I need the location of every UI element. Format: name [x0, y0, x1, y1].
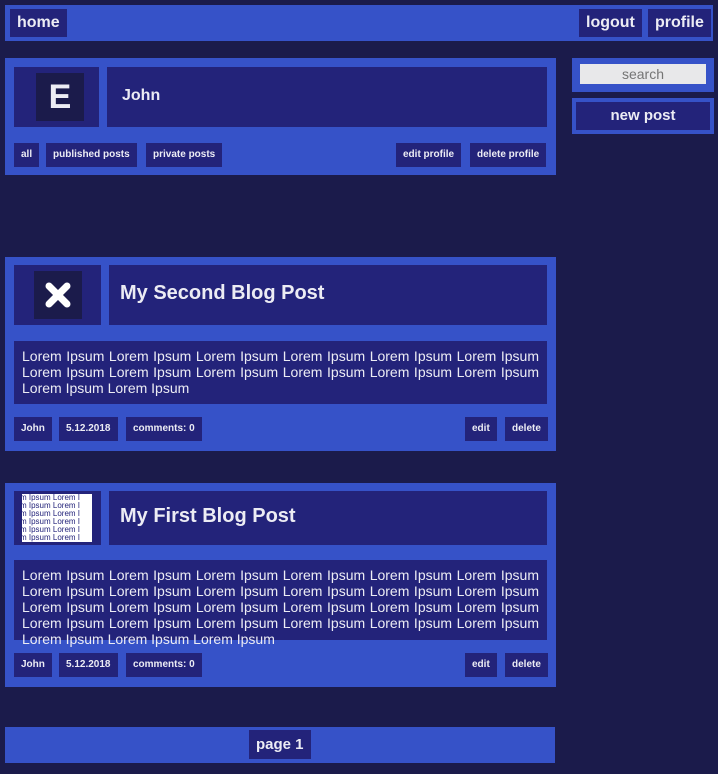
avatar: E	[36, 73, 84, 121]
filter-published-posts-button[interactable]: published posts	[46, 143, 137, 167]
post-title-box: My First Blog Post	[109, 491, 547, 545]
delete-post-button[interactable]: delete	[505, 653, 548, 677]
post-comments-count[interactable]: comments: 0	[126, 653, 202, 677]
blog-post-card: My Second Blog Post Lorem Ipsum Lorem Ip…	[5, 257, 556, 451]
blog-post-card: m Ipsum Lorem I m Ipsum Lorem I m Ipsum …	[5, 483, 556, 687]
post-date: 5.12.2018	[59, 417, 118, 441]
post-thumbnail-image: m Ipsum Lorem I m Ipsum Lorem I m Ipsum …	[22, 494, 92, 542]
close-x-icon	[34, 271, 82, 319]
delete-profile-button[interactable]: delete profile	[470, 143, 547, 167]
profile-card: E John all published posts private posts…	[5, 58, 556, 175]
post-title-box: My Second Blog Post	[109, 265, 547, 325]
home-button[interactable]: home	[10, 9, 67, 37]
edit-post-button[interactable]: edit	[465, 417, 497, 441]
post-author[interactable]: John	[14, 417, 52, 441]
avatar-letter: E	[48, 77, 72, 116]
edit-profile-button[interactable]: edit profile	[396, 143, 462, 167]
profile-avatar-frame: E	[14, 67, 99, 127]
new-post-button[interactable]: new post	[576, 102, 710, 130]
post-title[interactable]: My Second Blog Post	[120, 282, 324, 305]
new-post-box: new post	[572, 98, 714, 134]
post-body: Lorem Ipsum Lorem Ipsum Lorem Ipsum Lore…	[14, 341, 547, 404]
post-comments-count[interactable]: comments: 0	[126, 417, 202, 441]
page-button[interactable]: page 1	[249, 730, 311, 759]
edit-post-button[interactable]: edit	[465, 653, 497, 677]
profile-name-box: John	[107, 67, 547, 127]
post-date: 5.12.2018	[59, 653, 118, 677]
post-thumbnail-frame	[14, 265, 101, 325]
filter-all-button[interactable]: all	[14, 143, 40, 167]
search-box	[572, 58, 714, 92]
post-thumbnail-text: m Ipsum Lorem I m Ipsum Lorem I m Ipsum …	[22, 494, 92, 542]
filter-private-posts-button[interactable]: private posts	[146, 143, 223, 167]
post-thumbnail-frame: m Ipsum Lorem I m Ipsum Lorem I m Ipsum …	[14, 491, 101, 545]
post-author[interactable]: John	[14, 653, 52, 677]
post-title[interactable]: My First Blog Post	[120, 505, 296, 528]
logout-button[interactable]: logout	[579, 9, 642, 37]
profile-button[interactable]: profile	[648, 9, 711, 37]
delete-post-button[interactable]: delete	[505, 417, 548, 441]
post-body: Lorem Ipsum Lorem Ipsum Lorem Ipsum Lore…	[14, 560, 547, 647]
pagination-bar: page 1	[5, 727, 555, 763]
search-input[interactable]	[580, 64, 706, 84]
top-nav-bar: home logout profile	[5, 5, 713, 41]
profile-name: John	[122, 87, 161, 104]
